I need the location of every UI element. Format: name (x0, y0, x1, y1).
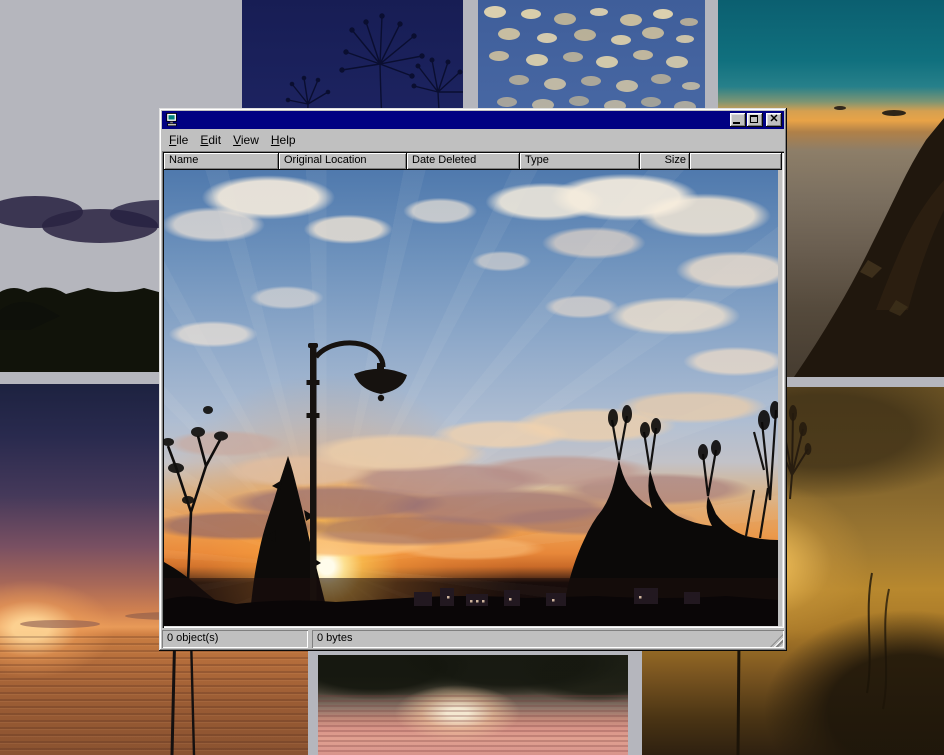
silhouettes-overlay (164, 170, 778, 626)
column-header-row: Name Original Location Date Deleted Type… (164, 153, 782, 170)
column-header-type[interactable]: Type (520, 153, 640, 170)
title-bar[interactable]: ✕ (162, 111, 784, 129)
menu-help[interactable]: Help (265, 131, 302, 149)
foreground-silhouette (164, 578, 778, 626)
list-viewport-sunset-photo[interactable] (164, 170, 778, 626)
status-bar: 0 object(s) 0 bytes (162, 630, 784, 648)
water-ripples (318, 695, 628, 755)
computer-icon (164, 113, 180, 127)
column-header-blank[interactable] (690, 153, 782, 170)
menu-bar: File Edit View Help (162, 129, 784, 151)
maximize-icon (750, 115, 758, 123)
menu-edit[interactable]: Edit (194, 131, 227, 149)
close-icon: ✕ (766, 112, 782, 126)
list-view-frame: Name Original Location Date Deleted Type… (162, 151, 784, 628)
status-bytes: 0 bytes (312, 630, 784, 648)
column-header-date-deleted[interactable]: Date Deleted (407, 153, 520, 170)
column-header-original-location[interactable]: Original Location (279, 153, 407, 170)
column-header-size[interactable]: Size (640, 153, 690, 170)
minimize-icon (733, 122, 740, 124)
close-button[interactable]: ✕ (766, 113, 782, 127)
menu-file[interactable]: File (163, 131, 194, 149)
minimize-button[interactable] (730, 113, 746, 127)
menu-view[interactable]: View (227, 131, 265, 149)
cloud-speckles (484, 6, 506, 18)
status-objects: 0 object(s) (162, 630, 308, 648)
maximize-button[interactable] (747, 113, 763, 127)
column-header-name[interactable]: Name (164, 153, 279, 170)
wallpaper-photo-water-reflection (318, 655, 628, 755)
recycle-bin-window: ✕ File Edit View Help Name Original Loca… (159, 108, 787, 651)
